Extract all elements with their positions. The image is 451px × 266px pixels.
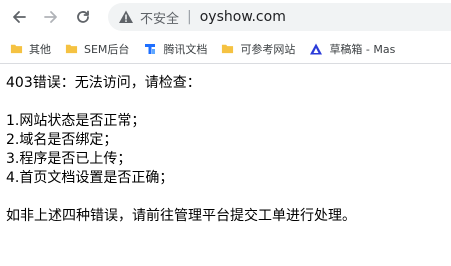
bookmarks-bar: 其他 SEM后台 腾讯文档 可参考网站 草稿箱 - Mas <box>0 34 451 64</box>
bookmark-label: 可参考网站 <box>240 42 296 56</box>
check-item: 4.首页文档设置是否正确； <box>6 170 174 186</box>
bookmark-item-tencent-docs[interactable]: 腾讯文档 <box>143 41 207 57</box>
back-button[interactable] <box>8 6 30 28</box>
warning-triangle-icon[interactable] <box>118 9 134 25</box>
check-item: 1.网站状态是否正常； <box>6 113 146 129</box>
bookmark-label: 腾讯文档 <box>163 42 208 56</box>
reload-button[interactable] <box>72 6 94 28</box>
footer-note: 如非上述四种错误，请前往管理平台提交工单进行处理。 <box>6 208 356 224</box>
bookmark-item-sem[interactable]: SEM后台 <box>65 41 129 57</box>
folder-icon <box>65 44 78 54</box>
folder-icon <box>10 44 23 54</box>
bookmark-item-reference-sites[interactable]: 可参考网站 <box>221 41 295 57</box>
arrow-right-icon <box>44 11 57 23</box>
address-separator: | <box>187 9 192 25</box>
error-heading: 403错误：无法访问，请检查： <box>6 75 201 91</box>
page-content: 403错误：无法访问，请检查： 1.网站状态是否正常； 2.域名是否绑定； 3.… <box>0 64 451 226</box>
security-label[interactable]: 不安全 <box>140 8 179 27</box>
url-text[interactable]: oyshow.com <box>200 9 286 25</box>
bookmark-label: 其他 <box>29 42 51 56</box>
reload-icon <box>77 10 89 23</box>
check-item: 3.程序是否已上传； <box>6 151 132 167</box>
folder-icon <box>222 44 234 54</box>
tencent-docs-icon <box>145 43 156 54</box>
bookmark-label: 草稿箱 - Mas <box>329 42 396 56</box>
forward-button[interactable] <box>40 6 62 28</box>
browser-toolbar: 不安全 | oyshow.com <box>0 0 451 34</box>
bookmark-item-other[interactable]: 其他 <box>10 41 51 57</box>
bookmark-item-drafts[interactable]: 草稿箱 - Mas <box>309 41 395 57</box>
address-bar[interactable]: 不安全 | oyshow.com <box>108 3 451 31</box>
arrow-left-icon <box>13 11 26 23</box>
browser-window: 不安全 | oyshow.com 其他 SEM后台 腾讯文档 可参考网站 草稿箱… <box>0 0 451 266</box>
mastergo-icon <box>310 43 323 54</box>
bookmark-label: SEM后台 <box>84 42 130 56</box>
check-item: 2.域名是否绑定； <box>6 132 118 148</box>
